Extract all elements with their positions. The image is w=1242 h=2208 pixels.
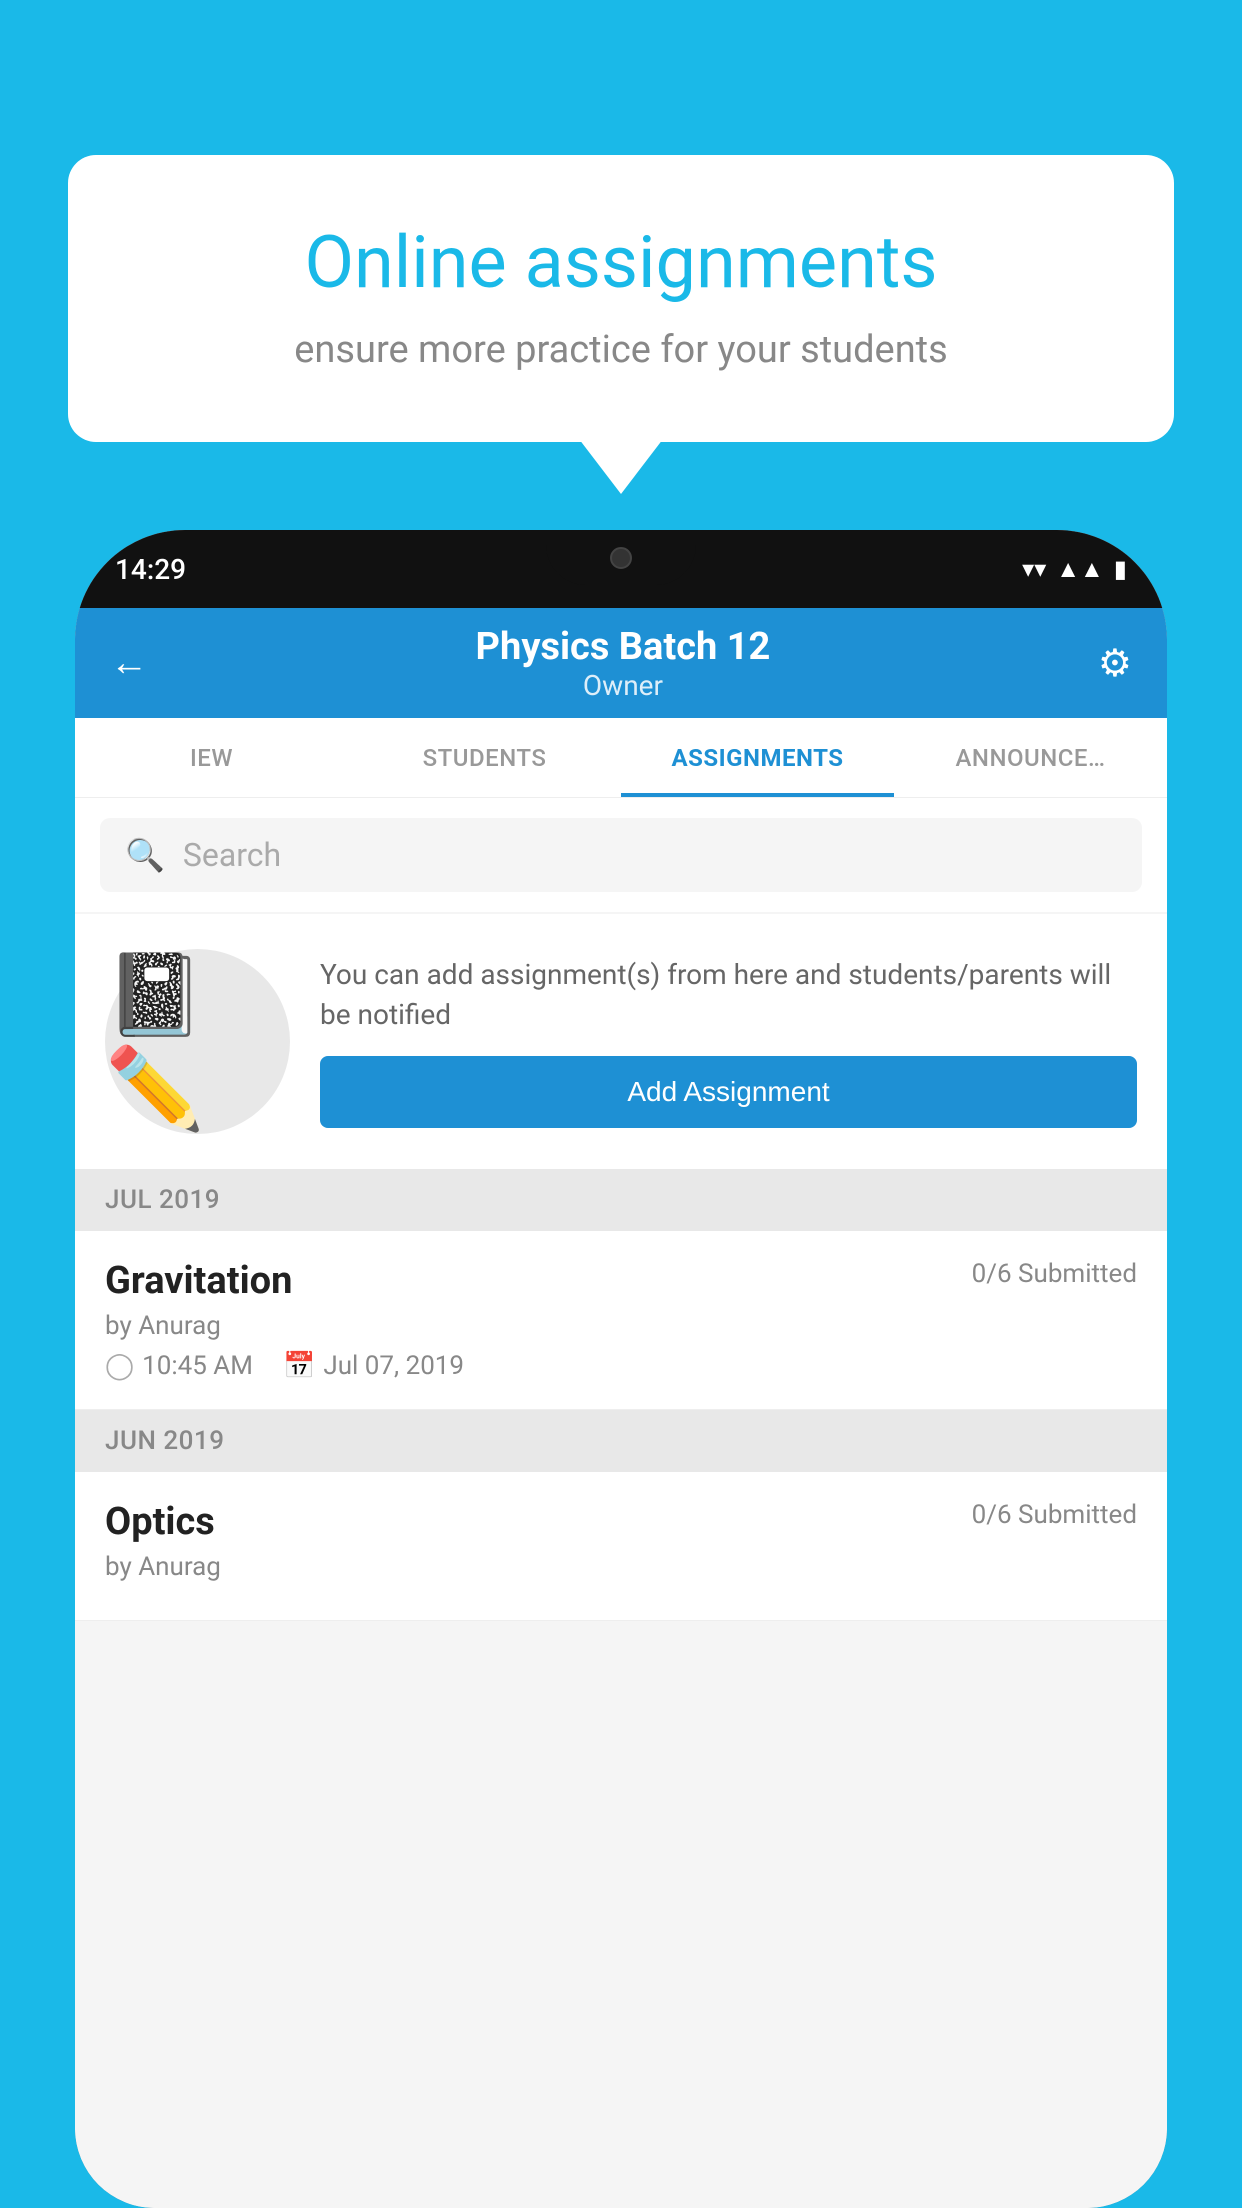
assignment-submitted-optics: 0/6 Submitted xyxy=(972,1500,1137,1530)
assignment-date: 📅 Jul 07, 2019 xyxy=(283,1351,464,1381)
assignment-title-optics: Optics xyxy=(105,1500,215,1544)
calendar-icon: 📅 xyxy=(283,1351,315,1381)
battery-icon: ▮ xyxy=(1114,555,1127,583)
tab-students[interactable]: STUDENTS xyxy=(348,718,621,797)
search-bar-container: 🔍 Search xyxy=(75,798,1167,912)
search-icon: 🔍 xyxy=(125,836,165,874)
notebook-icon: 📓✏️ xyxy=(105,948,290,1136)
phone-content: 🔍 Search 📓✏️ You can add assignment(s) f… xyxy=(75,798,1167,2208)
assignment-time-value: 10:45 AM xyxy=(142,1351,253,1381)
tab-announcements[interactable]: ANNOUNCE… xyxy=(894,718,1167,797)
month-header-jun: JUN 2019 xyxy=(75,1410,1167,1472)
search-placeholder: Search xyxy=(183,836,281,874)
header-subtitle: Owner xyxy=(476,669,771,702)
tab-assignments[interactable]: ASSIGNMENTS xyxy=(621,718,894,797)
promo-description: You can add assignment(s) from here and … xyxy=(320,955,1137,1033)
search-bar[interactable]: 🔍 Search xyxy=(100,818,1142,892)
status-icons: ▾▾ ▲▲ ▮ xyxy=(1022,555,1127,584)
promo-text-block: You can add assignment(s) from here and … xyxy=(320,955,1137,1127)
back-button[interactable]: ← xyxy=(110,641,148,685)
phone-frame: 14:29 ▾▾ ▲▲ ▮ ← Physics Batch 12 Owner ⚙… xyxy=(75,530,1167,2208)
speech-bubble-title: Online assignments xyxy=(148,220,1094,306)
assignment-title: Gravitation xyxy=(105,1259,292,1303)
assignment-author-optics: by Anurag xyxy=(105,1552,1137,1582)
speech-bubble-subtitle: ensure more practice for your students xyxy=(148,328,1094,372)
assignment-time: ◯ 10:45 AM xyxy=(105,1351,253,1381)
phone-screen: 14:29 ▾▾ ▲▲ ▮ ← Physics Batch 12 Owner ⚙… xyxy=(75,530,1167,2208)
assignment-top-row: Gravitation 0/6 Submitted xyxy=(105,1259,1137,1303)
settings-icon[interactable]: ⚙ xyxy=(1098,641,1132,686)
tab-iew[interactable]: IEW xyxy=(75,718,348,797)
status-bar: 14:29 ▾▾ ▲▲ ▮ xyxy=(75,530,1167,608)
assignment-date-value: Jul 07, 2019 xyxy=(323,1351,464,1381)
header-title: Physics Batch 12 xyxy=(476,625,771,669)
camera xyxy=(610,547,632,569)
assignment-submitted: 0/6 Submitted xyxy=(972,1259,1137,1289)
assignment-author: by Anurag xyxy=(105,1311,1137,1341)
tab-bar: IEW STUDENTS ASSIGNMENTS ANNOUNCE… xyxy=(75,718,1167,798)
header-title-block: Physics Batch 12 Owner xyxy=(476,625,771,702)
assignment-top-row-optics: Optics 0/6 Submitted xyxy=(105,1500,1137,1544)
app-header: ← Physics Batch 12 Owner ⚙ xyxy=(75,608,1167,718)
speech-bubble-container: Online assignments ensure more practice … xyxy=(68,155,1174,442)
wifi-icon: ▾▾ xyxy=(1022,555,1046,583)
clock-icon: ◯ xyxy=(105,1351,134,1381)
promo-icon-circle: 📓✏️ xyxy=(105,949,290,1134)
assignment-meta: ◯ 10:45 AM 📅 Jul 07, 2019 xyxy=(105,1351,1137,1381)
assignment-item-optics[interactable]: Optics 0/6 Submitted by Anurag xyxy=(75,1472,1167,1621)
notch xyxy=(546,530,696,585)
status-time: 14:29 xyxy=(115,553,186,586)
add-assignment-button[interactable]: Add Assignment xyxy=(320,1056,1137,1128)
month-header-jul: JUL 2019 xyxy=(75,1169,1167,1231)
speech-bubble: Online assignments ensure more practice … xyxy=(68,155,1174,442)
assignment-item-gravitation[interactable]: Gravitation 0/6 Submitted by Anurag ◯ 10… xyxy=(75,1231,1167,1410)
signal-icon: ▲▲ xyxy=(1056,555,1104,584)
promo-block: 📓✏️ You can add assignment(s) from here … xyxy=(75,914,1167,1169)
